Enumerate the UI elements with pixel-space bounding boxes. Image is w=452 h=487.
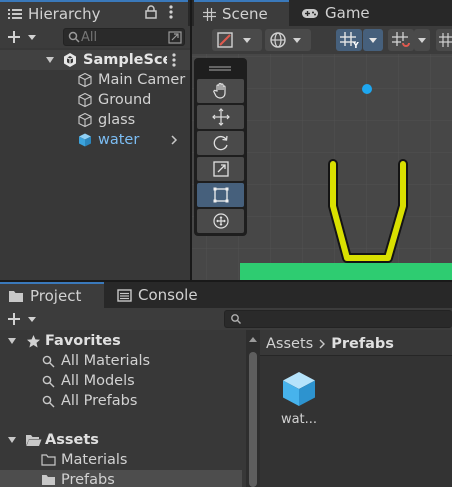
hierarchy-search-field[interactable]	[63, 28, 185, 46]
chevron-right-icon[interactable]	[168, 134, 180, 146]
folder-icon	[8, 290, 24, 303]
kebab-menu-icon[interactable]	[166, 4, 176, 20]
tab-scene[interactable]: Scene	[194, 0, 289, 26]
svg-text:Y: Y	[352, 41, 359, 49]
move-tool-button[interactable]	[197, 105, 244, 129]
chevron-right-icon	[313, 338, 331, 350]
search-icon	[40, 375, 56, 388]
tab-hierarchy[interactable]: Hierarchy	[0, 0, 188, 26]
hierarchy-item-label: Main Camer	[98, 72, 186, 88]
selected-folder-highlight	[0, 470, 242, 487]
hierarchy-item-water[interactable]: water	[76, 130, 190, 150]
prefab-cube-icon	[76, 132, 94, 148]
assets-header[interactable]: Assets	[6, 430, 99, 450]
star-icon	[24, 334, 42, 349]
expanded-arrow-icon	[6, 337, 18, 345]
gizmo-globe-dropdown[interactable]	[265, 29, 311, 51]
asset-folder-label: Materials	[61, 452, 128, 468]
tab-console[interactable]: Console	[108, 282, 218, 308]
console-icon	[116, 288, 132, 302]
favorite-item-label: All Materials	[61, 353, 151, 369]
scale-tool-button[interactable]	[197, 157, 244, 181]
asset-folder-item[interactable]: Materials	[40, 450, 127, 470]
hierarchy-tab-label: Hierarchy	[28, 5, 101, 23]
hierarchy-search-input[interactable]	[81, 29, 161, 45]
hierarchy-item-label: water	[98, 132, 140, 148]
asset-grid-item-label: wat...	[280, 412, 318, 427]
gamepad-icon	[301, 8, 319, 19]
hierarchy-item-label: Ground	[98, 92, 152, 108]
hand-tool-button[interactable]	[197, 79, 244, 103]
console-tab-label: Console	[138, 286, 198, 304]
draw-mode-dropdown[interactable]	[212, 29, 262, 51]
grid-axis-dropdown[interactable]	[363, 29, 383, 51]
expanded-arrow-icon	[44, 56, 56, 64]
favorite-item[interactable]: All Models	[40, 371, 135, 391]
project-add-button[interactable]	[6, 310, 42, 328]
gameobject-cube-icon	[76, 92, 94, 108]
rotate-tool-button[interactable]	[197, 131, 244, 155]
search-options-icon[interactable]	[167, 30, 182, 44]
scrollbar-thumb[interactable]	[249, 352, 257, 487]
prefab-cube-icon	[281, 370, 317, 408]
asset-folder-label: Prefabs	[61, 472, 115, 487]
transform-tool-button[interactable]	[197, 209, 244, 233]
project-tree-scrollbar[interactable]	[246, 330, 260, 487]
search-icon	[40, 355, 56, 368]
camera-gizmo[interactable]	[362, 84, 372, 94]
favorites-header[interactable]: Favorites	[6, 331, 121, 351]
breadcrumb-root[interactable]: Assets	[266, 336, 313, 352]
grid-icon	[202, 7, 216, 21]
hierarchy-item-glass[interactable]: glass	[76, 110, 190, 130]
unity-scene-icon	[60, 52, 80, 68]
breadcrumb: Assets Prefabs	[266, 334, 394, 354]
expanded-arrow-icon	[6, 436, 18, 444]
list-icon	[8, 7, 22, 21]
breadcrumb-current[interactable]: Prefabs	[331, 336, 394, 352]
gameobject-cube-icon	[76, 72, 94, 88]
folder-icon	[40, 474, 56, 486]
open-folder-icon	[24, 434, 42, 447]
scroll-up-icon[interactable]	[246, 333, 260, 347]
favorite-item[interactable]: All Prefabs	[40, 391, 137, 411]
scene-menu-icon[interactable]	[169, 53, 179, 67]
project-tab-label: Project	[30, 287, 82, 305]
increment-snap-toggle[interactable]	[388, 29, 414, 51]
ground-object[interactable]	[240, 263, 452, 280]
scene-tab-label: Scene	[222, 5, 268, 23]
hierarchy-item-scene[interactable]: SampleSce	[44, 50, 190, 70]
tab-project[interactable]: Project	[0, 282, 104, 308]
favorite-item-label: All Prefabs	[61, 393, 138, 409]
folder-outline-icon	[40, 454, 56, 466]
hierarchy-item-ground[interactable]: Ground	[76, 90, 190, 110]
asset-grid-item[interactable]: wat...	[276, 368, 322, 432]
drag-handle-icon[interactable]	[208, 65, 232, 73]
game-tab-label: Game	[325, 4, 370, 22]
hierarchy-item-label: SampleSce	[83, 52, 167, 68]
assets-label: Assets	[45, 432, 99, 448]
snap-dropdown[interactable]	[414, 29, 430, 51]
favorites-label: Favorites	[45, 333, 121, 349]
favorite-item[interactable]: All Materials	[40, 351, 150, 371]
search-icon	[230, 313, 242, 325]
tool-palette	[194, 58, 247, 236]
hierarchy-item-label: glass	[98, 112, 136, 128]
gameobject-cube-icon	[76, 112, 94, 128]
asset-folder-item-selected[interactable]: Prefabs	[40, 470, 115, 487]
grid-snap-toggle[interactable]: Y	[336, 29, 362, 51]
search-icon	[68, 31, 80, 43]
add-button[interactable]	[6, 27, 42, 47]
lock-icon[interactable]	[144, 4, 158, 20]
search-icon	[40, 395, 56, 408]
hierarchy-item-main-camera[interactable]: Main Camer	[76, 70, 190, 90]
project-search-field[interactable]	[224, 310, 452, 328]
favorite-item-label: All Models	[61, 373, 135, 389]
tab-game[interactable]: Game	[293, 0, 373, 26]
overflow-grid-button[interactable]	[436, 29, 452, 51]
rect-tool-button[interactable]	[197, 183, 244, 207]
